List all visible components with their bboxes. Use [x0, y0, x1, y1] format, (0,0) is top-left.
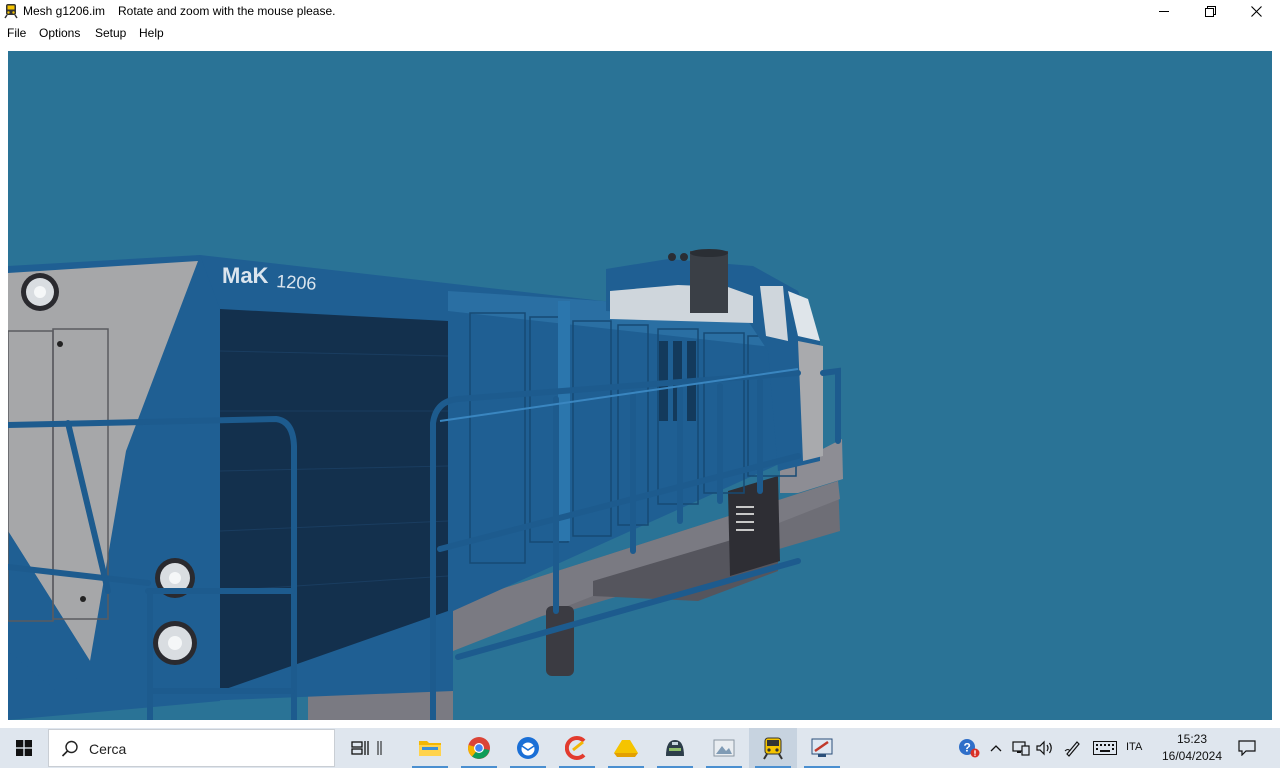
- window-hint: Rotate and zoom with the mouse please.: [118, 4, 336, 18]
- close-icon: [1250, 5, 1262, 17]
- window-title: Mesh g1206.im: [23, 4, 106, 18]
- taskbar-divider: [368, 728, 392, 768]
- tray-touch-keyboard[interactable]: [1092, 728, 1118, 768]
- train-icon: [763, 737, 783, 760]
- title-bar: Mesh g1206.im Rotate and zoom with the m…: [0, 0, 1280, 22]
- search-placeholder: Cerca: [89, 741, 127, 757]
- pen-icon: [1064, 741, 1080, 757]
- ccleaner-icon: [565, 736, 586, 760]
- tray-network[interactable]: [1010, 728, 1032, 768]
- taskbar-file-explorer[interactable]: [406, 728, 454, 768]
- restore-button[interactable]: [1187, 0, 1233, 22]
- minimize-button[interactable]: [1141, 0, 1187, 22]
- help-alert-icon: ?: [959, 739, 980, 758]
- keyboard-icon: [1093, 741, 1117, 755]
- taskbar-thunderbird[interactable]: [504, 728, 552, 768]
- taskbar-drive[interactable]: [602, 728, 650, 768]
- locomotive-model: MaK 1206: [8, 249, 843, 720]
- tray-language[interactable]: ITA: [1126, 741, 1142, 753]
- divider-icon: [377, 741, 382, 755]
- chrome-icon: [468, 737, 490, 759]
- taskbar-ccleaner[interactable]: [553, 728, 601, 768]
- search-icon: [61, 740, 78, 757]
- notification-icon: [1238, 740, 1256, 756]
- loco-brand-label: MaK: [222, 263, 269, 288]
- taskbar-game[interactable]: [651, 728, 699, 768]
- clock-date[interactable]: 16/04/2024: [1160, 749, 1224, 763]
- taskbar-train-sim[interactable]: [749, 728, 797, 768]
- menu-options[interactable]: Options: [39, 26, 80, 40]
- drive-icon: [614, 740, 638, 757]
- windows-logo-icon: [16, 740, 32, 756]
- start-button[interactable]: [0, 728, 48, 768]
- menu-setup[interactable]: Setup: [95, 26, 126, 40]
- tray-volume[interactable]: [1034, 728, 1056, 768]
- network-icon: [1012, 741, 1030, 756]
- tray-pen[interactable]: [1062, 728, 1084, 768]
- svg-text:?: ?: [964, 741, 971, 755]
- tray-show-hidden[interactable]: [986, 728, 1006, 768]
- taskbar-chrome[interactable]: [455, 728, 503, 768]
- tray-notifications[interactable]: [1232, 728, 1262, 768]
- tray-help[interactable]: ?: [956, 728, 982, 768]
- thunderbird-icon: [517, 737, 539, 759]
- speaker-icon: [1036, 740, 1052, 756]
- menu-file[interactable]: File: [7, 26, 26, 40]
- train-app-icon: [4, 4, 18, 19]
- folder-icon: [419, 741, 441, 756]
- chevron-up-icon: [990, 745, 1002, 752]
- taskbar-photos[interactable]: [700, 728, 748, 768]
- menu-help[interactable]: Help: [139, 26, 164, 40]
- menu-bar: File Options Setup Help: [0, 22, 1280, 43]
- minimize-icon: [1159, 11, 1169, 12]
- photos-icon: [713, 739, 735, 757]
- close-button[interactable]: [1233, 0, 1279, 22]
- restore-icon: [1204, 5, 1216, 17]
- loco-number-label: 1206: [276, 271, 317, 294]
- taskbar: Cerca ? ITA 15:23 16/04/2024: [0, 728, 1280, 768]
- taskbar-mesh-viewer[interactable]: [798, 728, 846, 768]
- helmet-game-icon: [666, 740, 684, 756]
- search-box[interactable]: Cerca: [48, 729, 335, 767]
- task-view-icon: [351, 741, 369, 755]
- 3d-viewport[interactable]: MaK 1206: [8, 51, 1272, 720]
- mesh-viewer-icon: [811, 738, 833, 757]
- clock-time[interactable]: 15:23: [1160, 732, 1224, 746]
